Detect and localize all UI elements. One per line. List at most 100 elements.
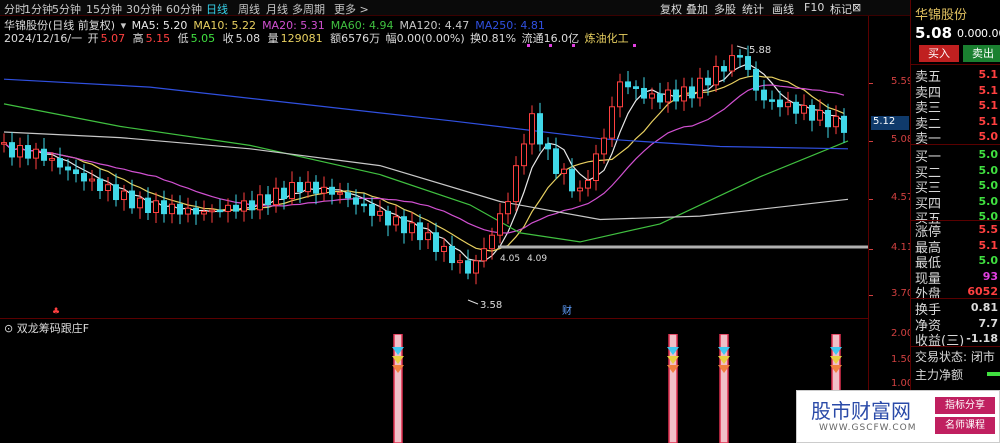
candle-body[interactable] (225, 204, 231, 212)
candle-body[interactable] (361, 203, 367, 207)
candle-body[interactable] (417, 222, 423, 241)
candle-body[interactable] (777, 99, 783, 108)
candle-body[interactable] (105, 184, 111, 192)
candle-body[interactable] (377, 210, 383, 216)
candle-body[interactable] (537, 113, 543, 145)
candle-body[interactable] (161, 200, 167, 215)
timeframe-tab[interactable]: 分时 (4, 1, 26, 17)
timeframe-tab[interactable]: 周线 (238, 1, 260, 17)
candle-body[interactable] (705, 77, 711, 86)
candle-body[interactable] (25, 145, 31, 159)
close-icon[interactable]: ⊠ (852, 1, 861, 14)
candle-body[interactable] (569, 168, 575, 192)
candle-body[interactable] (313, 181, 319, 194)
candle-body[interactable] (665, 89, 671, 103)
candle-body[interactable] (137, 197, 143, 209)
candle-body[interactable] (625, 81, 631, 88)
candle-body[interactable] (113, 184, 119, 201)
tool-button[interactable]: 标记 (830, 1, 852, 17)
sell-button[interactable]: 卖出 (963, 45, 1000, 62)
candle-body[interactable] (73, 169, 79, 175)
timeframe-tab[interactable]: 多周期 (292, 1, 325, 17)
candle-body[interactable] (17, 145, 23, 158)
candle-body[interactable] (801, 104, 807, 114)
candle-body[interactable] (201, 211, 207, 215)
candle-body[interactable] (337, 192, 343, 195)
candle-body[interactable] (33, 148, 39, 159)
candle-body[interactable] (329, 186, 335, 195)
candle-body[interactable] (561, 168, 567, 174)
candle-body[interactable] (713, 66, 719, 86)
candle-body[interactable] (257, 194, 263, 211)
tool-button[interactable]: 多股 (714, 1, 736, 17)
candle-body[interactable] (65, 166, 71, 171)
candle-body[interactable] (97, 178, 103, 192)
timeframe-tab[interactable]: 更多 > (334, 1, 369, 17)
candle-body[interactable] (433, 232, 439, 252)
candle-body[interactable] (409, 222, 415, 234)
timeframe-tab[interactable]: 30分钟 (126, 1, 162, 17)
candlestick-chart[interactable]: 4.05 4.09 5.88 3.58 财 ♣ (0, 44, 868, 316)
candle-body[interactable] (473, 260, 479, 274)
candle-body[interactable] (393, 216, 399, 226)
candle-body[interactable] (825, 109, 831, 128)
candle-body[interactable] (353, 197, 359, 205)
candle-body[interactable] (609, 106, 615, 139)
tool-button[interactable]: 复权 (660, 1, 682, 17)
candle-body[interactable] (249, 200, 255, 211)
candle-body[interactable] (817, 109, 823, 121)
tool-button[interactable]: 叠加 (686, 1, 708, 17)
finance-marker[interactable]: 财 (562, 304, 572, 316)
candle-body[interactable] (553, 148, 559, 174)
candle-body[interactable] (601, 137, 607, 155)
candle-body[interactable] (745, 56, 751, 70)
timeframe-tab[interactable]: 60分钟 (166, 1, 202, 17)
candle-body[interactable] (633, 86, 639, 89)
timeframe-tab[interactable]: 1分钟 (24, 1, 53, 17)
candle-body[interactable] (425, 232, 431, 241)
candle-body[interactable] (401, 216, 407, 234)
candle-body[interactable] (489, 234, 495, 250)
candle-body[interactable] (505, 201, 511, 215)
candle-body[interactable] (833, 115, 839, 128)
candle-body[interactable] (521, 143, 527, 167)
candle-body[interactable] (129, 190, 135, 209)
candle-body[interactable] (441, 245, 447, 252)
candle-body[interactable] (681, 86, 687, 102)
candle-body[interactable] (177, 203, 183, 215)
candle-body[interactable] (241, 200, 247, 212)
candle-body[interactable] (793, 101, 799, 114)
candle-body[interactable] (81, 173, 87, 182)
buy-button[interactable]: 买入 (919, 45, 959, 62)
timeframe-tab[interactable]: 5分钟 (52, 1, 81, 17)
candle-body[interactable] (737, 55, 743, 58)
timeframe-tab[interactable]: 15分钟 (86, 1, 122, 17)
indicator-chart[interactable] (0, 334, 868, 443)
candle-body[interactable] (457, 260, 463, 264)
candle-body[interactable] (729, 55, 735, 72)
candle-body[interactable] (145, 197, 151, 213)
candle-body[interactable] (761, 89, 767, 101)
candle-body[interactable] (577, 187, 583, 192)
candle-body[interactable] (689, 86, 695, 99)
tool-button[interactable]: 画线 (772, 1, 794, 17)
candle-body[interactable] (513, 165, 519, 203)
candle-body[interactable] (49, 158, 55, 161)
candle-body[interactable] (185, 207, 191, 215)
candle-body[interactable] (641, 87, 647, 99)
candle-body[interactable] (657, 93, 663, 103)
candle-body[interactable] (585, 179, 591, 189)
candle-body[interactable] (545, 143, 551, 150)
event-marker[interactable]: ♣ (52, 307, 60, 316)
candle-body[interactable] (753, 68, 759, 91)
candle-body[interactable] (89, 178, 95, 182)
candle-body[interactable] (233, 204, 239, 212)
candle-body[interactable] (297, 182, 303, 193)
candle-body[interactable] (265, 194, 271, 206)
candle-body[interactable] (41, 148, 47, 161)
tool-button[interactable]: F10 (804, 1, 824, 14)
candle-body[interactable] (57, 158, 63, 168)
candle-body[interactable] (809, 104, 815, 121)
candle-body[interactable] (9, 142, 15, 158)
candle-body[interactable] (193, 207, 199, 215)
